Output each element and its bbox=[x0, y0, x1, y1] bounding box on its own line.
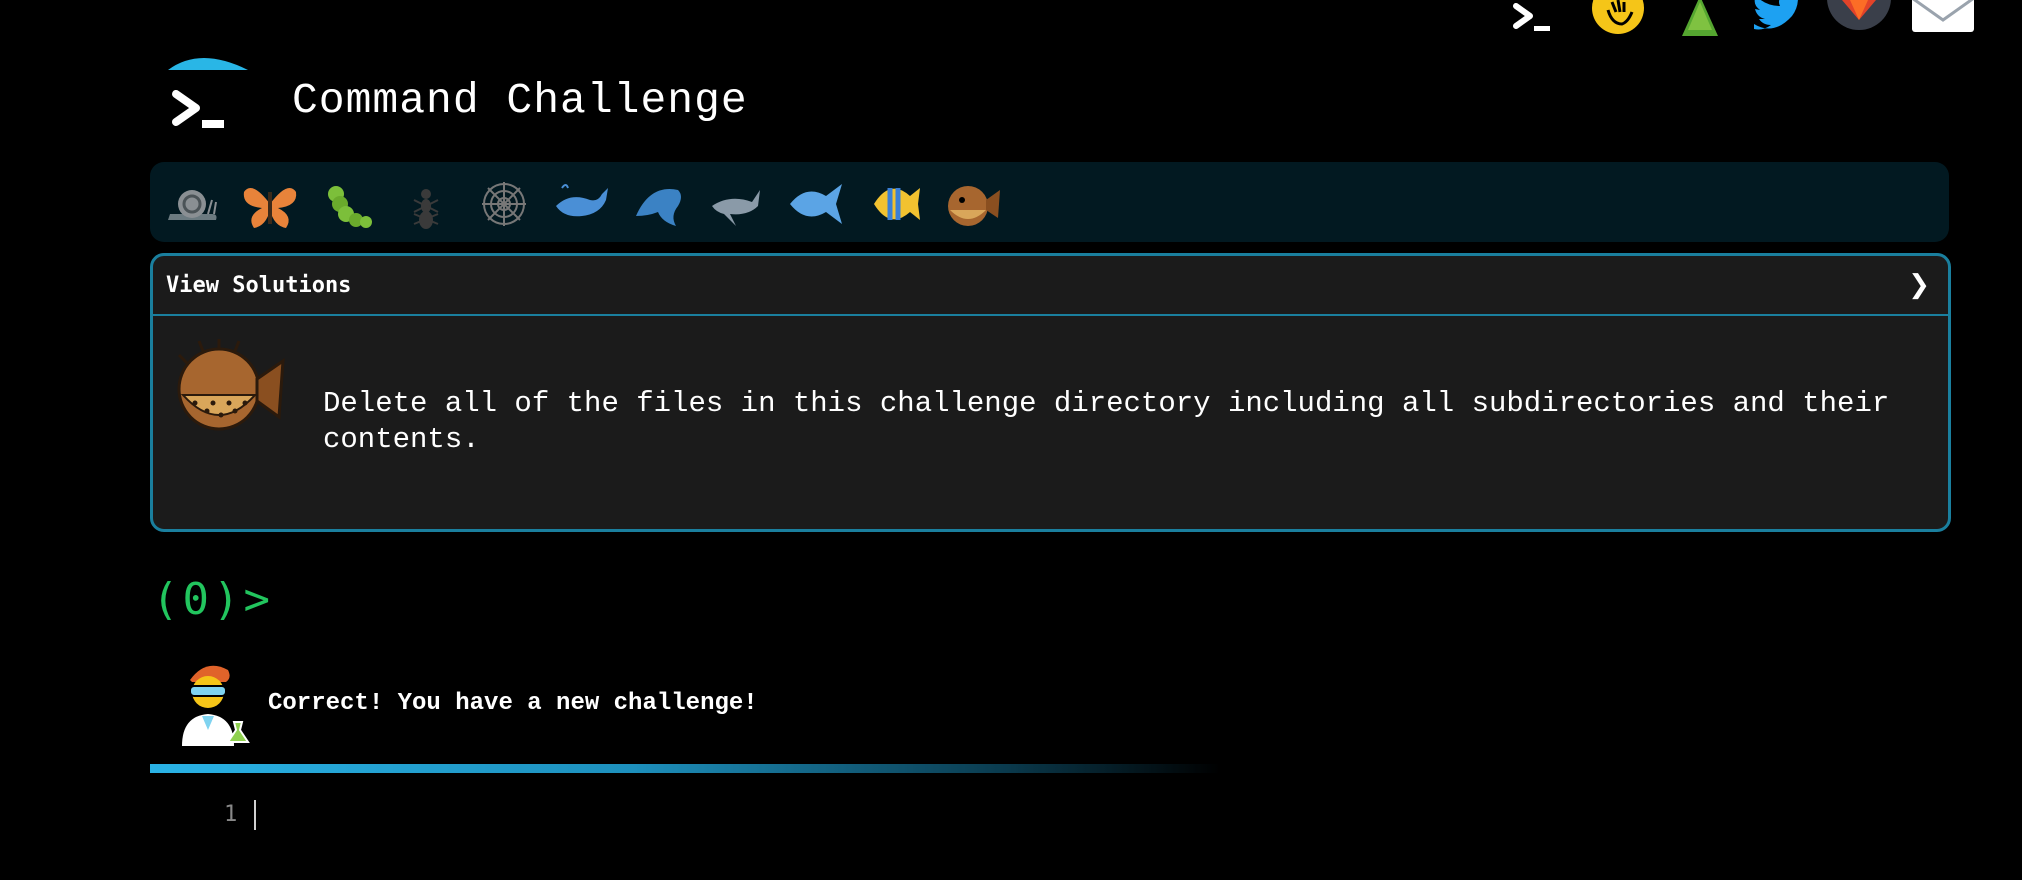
command-challenge-page: Command Challenge View Solutions ❯ Delet… bbox=[0, 0, 2022, 880]
dolphin-icon[interactable] bbox=[630, 176, 690, 232]
view-solutions-toggle[interactable]: View Solutions ❯ bbox=[153, 256, 1948, 316]
progress-bar bbox=[150, 764, 1220, 773]
text-cursor bbox=[254, 800, 256, 830]
shell-prompt: (0)> bbox=[152, 574, 274, 625]
caterpillar-icon[interactable] bbox=[318, 176, 378, 232]
mail-icon[interactable] bbox=[1908, 0, 1978, 34]
chevron-right-icon: ❯ bbox=[1908, 270, 1930, 300]
command-editor[interactable]: 1 bbox=[150, 790, 1945, 850]
butterfly-icon[interactable] bbox=[240, 176, 300, 232]
fish-icon[interactable] bbox=[786, 176, 846, 232]
ant-icon[interactable] bbox=[396, 176, 456, 232]
line-number: 1 bbox=[224, 802, 238, 827]
command-challenge-logo bbox=[168, 58, 248, 128]
spider-web-icon[interactable] bbox=[474, 176, 534, 232]
blowfish-icon bbox=[177, 339, 285, 431]
shark-icon[interactable] bbox=[708, 176, 768, 232]
whale-icon[interactable] bbox=[552, 176, 612, 232]
view-solutions-label: View Solutions bbox=[166, 273, 352, 298]
twitter-icon[interactable] bbox=[1752, 0, 1802, 34]
snail-icon[interactable] bbox=[162, 176, 222, 232]
challenge-description: Delete all of the files in this challeng… bbox=[323, 387, 1890, 456]
level-bar bbox=[150, 162, 1949, 242]
tropical-fish-icon[interactable] bbox=[864, 176, 924, 232]
gitlab-icon[interactable] bbox=[1826, 0, 1892, 38]
feedback-message: Correct! You have a new challenge! bbox=[268, 690, 758, 717]
tree-icon[interactable] bbox=[1678, 0, 1722, 40]
blowfish-icon[interactable] bbox=[942, 176, 1002, 232]
challenge-panel: View Solutions ❯ Delete all of the files… bbox=[150, 253, 1951, 532]
hand-coin-icon[interactable] bbox=[1590, 0, 1646, 40]
site-title: Command Challenge bbox=[292, 76, 748, 125]
terminal-icon[interactable] bbox=[1512, 2, 1556, 36]
top-social-icons bbox=[1462, 0, 2022, 38]
scientist-icon bbox=[182, 665, 250, 746]
